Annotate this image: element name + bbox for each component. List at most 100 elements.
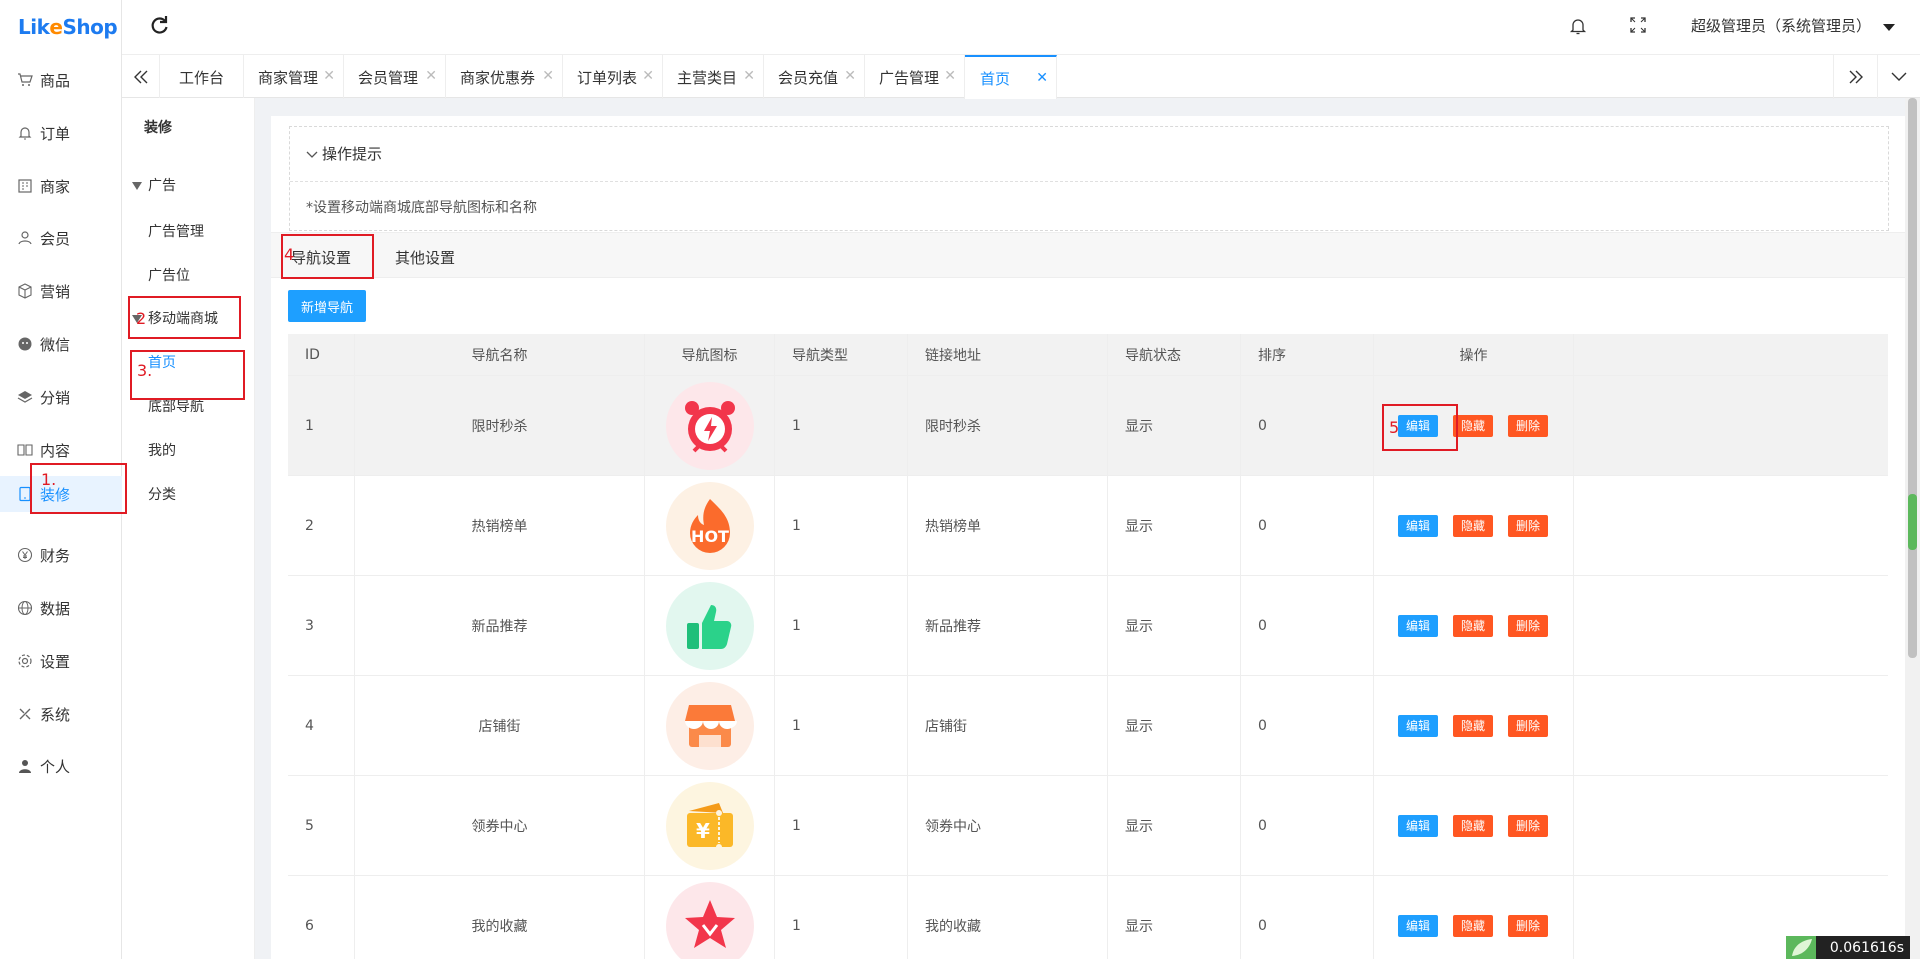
sidebar-item-personal[interactable]: 个人 <box>0 746 122 786</box>
leaf-icon <box>1786 936 1816 959</box>
sub-item-category[interactable]: 分类 <box>148 484 176 504</box>
col-name: 导航名称 <box>355 334 645 375</box>
cart-icon <box>16 71 34 89</box>
tab-other-settings[interactable]: 其他设置 <box>395 247 455 268</box>
hide-button[interactable]: 隐藏 <box>1453 614 1493 637</box>
sidebar-item-wechat[interactable]: 微信 <box>0 324 122 364</box>
annotation-label-2: 2 <box>136 309 147 328</box>
tab-label: 首页 <box>980 69 1011 88</box>
refresh-icon[interactable] <box>148 14 170 36</box>
sidebar-item-finance[interactable]: 财务 <box>0 535 122 575</box>
edit-button[interactable]: 编辑 <box>1398 914 1438 937</box>
delete-button[interactable]: 删除 <box>1508 514 1548 537</box>
close-icon[interactable]: ✕ <box>425 68 437 84</box>
sub-item-ad-manage[interactable]: 广告管理 <box>148 221 204 241</box>
tab-ad-manage[interactable]: 广告管理 ✕ <box>865 55 965 99</box>
tab-label: 订单列表 <box>577 68 638 87</box>
hide-button[interactable]: 隐藏 <box>1453 814 1493 837</box>
sidebar-item-label: 商家 <box>40 177 71 196</box>
close-icon[interactable]: ✕ <box>323 68 335 84</box>
cell-icon <box>645 376 775 475</box>
tab-workbench[interactable]: 工作台 <box>160 55 244 99</box>
sidebar-item-label: 财务 <box>40 546 71 565</box>
cell-sort: 0 <box>1241 476 1374 575</box>
sidebar-item-system[interactable]: 系统 <box>0 694 122 734</box>
sidebar-item-marketing[interactable]: 营销 <box>0 271 122 311</box>
table-row: 2 热销榜单 HOT 1 热销榜单 显示 0 编辑 隐藏 删除 <box>288 476 1888 576</box>
hide-button[interactable]: 隐藏 <box>1453 914 1493 937</box>
delete-button[interactable]: 删除 <box>1508 614 1548 637</box>
sidebar-item-label: 系统 <box>40 705 71 724</box>
sub-sidebar-title: 装修 <box>144 120 172 136</box>
hide-button[interactable]: 隐藏 <box>1453 714 1493 737</box>
sidebar-item-settings[interactable]: 设置 <box>0 641 122 681</box>
sidebar-item-label: 商品 <box>40 71 71 90</box>
sidebar-item-distribution[interactable]: 分销 <box>0 377 122 417</box>
add-nav-button[interactable]: 新增导航 <box>288 290 366 322</box>
cell-status: 显示 <box>1108 576 1241 675</box>
cell-status: 显示 <box>1108 476 1241 575</box>
tab-member-recharge[interactable]: 会员充值 ✕ <box>764 55 865 99</box>
vertical-scrollbar[interactable] <box>1905 98 1920 959</box>
tips-toggle[interactable]: 操作提示 <box>306 143 382 164</box>
tab-member-manage[interactable]: 会员管理 ✕ <box>344 55 446 99</box>
cell-status: 显示 <box>1108 776 1241 875</box>
cell-link: 热销榜单 <box>908 476 1108 575</box>
scroll-position-indicator <box>1908 494 1917 550</box>
close-icon[interactable]: ✕ <box>1036 70 1048 86</box>
sub-group-ad[interactable]: 广告 <box>132 175 176 195</box>
hide-button[interactable]: 隐藏 <box>1453 514 1493 537</box>
delete-button[interactable]: 删除 <box>1508 914 1548 937</box>
sidebar-item-merchant[interactable]: 商家 <box>0 166 122 206</box>
delete-button[interactable]: 删除 <box>1508 414 1548 437</box>
sidebar-item-label: 个人 <box>40 757 71 776</box>
delete-button[interactable]: 删除 <box>1508 814 1548 837</box>
cell-id: 5 <box>288 776 355 875</box>
col-status: 导航状态 <box>1108 334 1241 375</box>
close-icon[interactable]: ✕ <box>944 68 956 84</box>
close-icon[interactable]: ✕ <box>542 68 554 84</box>
notification-bell-icon[interactable] <box>1569 17 1587 39</box>
tab-order-list[interactable]: 订单列表 ✕ <box>563 55 663 99</box>
cell-id: 4 <box>288 676 355 775</box>
tools-icon <box>16 705 34 723</box>
sidebar-item-label: 营销 <box>40 282 71 301</box>
cell-status: 显示 <box>1108 676 1241 775</box>
close-icon[interactable]: ✕ <box>844 68 856 84</box>
edit-button[interactable]: 编辑 <box>1398 814 1438 837</box>
edit-button[interactable]: 编辑 <box>1398 614 1438 637</box>
cell-id: 1 <box>288 376 355 475</box>
scrollbar-thumb[interactable] <box>1908 98 1917 658</box>
user-icon <box>16 229 34 247</box>
tab-home[interactable]: 首页 ✕ <box>965 55 1057 99</box>
edit-button[interactable]: 编辑 <box>1398 714 1438 737</box>
double-chevron-left-icon[interactable] <box>122 55 160 99</box>
chevron-down-icon[interactable] <box>1877 55 1920 99</box>
sidebar-item-goods[interactable]: 商品 <box>0 60 122 100</box>
cell-id: 2 <box>288 476 355 575</box>
fullscreen-icon[interactable] <box>1630 17 1646 37</box>
table-row: 5 领券中心 ¥ 1 领券中心 显示 0 编辑 隐藏 删除 <box>288 776 1888 876</box>
chevron-down-icon[interactable] <box>1882 20 1896 36</box>
sidebar-item-member[interactable]: 会员 <box>0 218 122 258</box>
double-chevron-right-icon[interactable] <box>1833 55 1877 99</box>
sub-item-mine[interactable]: 我的 <box>148 440 176 460</box>
edit-button[interactable]: 编辑 <box>1398 514 1438 537</box>
sidebar-item-label: 订单 <box>40 124 71 143</box>
tab-main-category[interactable]: 主营类目 ✕ <box>663 55 764 99</box>
tab-merchant-coupon[interactable]: 商家优惠券 ✕ <box>446 55 563 99</box>
user-menu[interactable]: 超级管理员（系统管理员） <box>1691 15 1871 36</box>
sidebar-item-data[interactable]: 数据 <box>0 588 122 628</box>
tab-merchant-manage[interactable]: 商家管理 ✕ <box>244 55 344 99</box>
close-icon[interactable]: ✕ <box>642 68 654 84</box>
logo[interactable]: Lik e Shop <box>0 0 121 54</box>
sidebar-item-orders[interactable]: 订单 <box>0 113 122 153</box>
hide-button[interactable]: 隐藏 <box>1453 414 1493 437</box>
delete-button[interactable]: 删除 <box>1508 714 1548 737</box>
col-id: ID <box>288 334 355 375</box>
sub-item-ad-position[interactable]: 广告位 <box>148 265 190 285</box>
close-icon[interactable]: ✕ <box>743 68 755 84</box>
cell-type: 1 <box>775 576 908 675</box>
bell-icon <box>16 124 34 142</box>
cell-actions: 编辑 隐藏 删除 <box>1374 576 1574 675</box>
